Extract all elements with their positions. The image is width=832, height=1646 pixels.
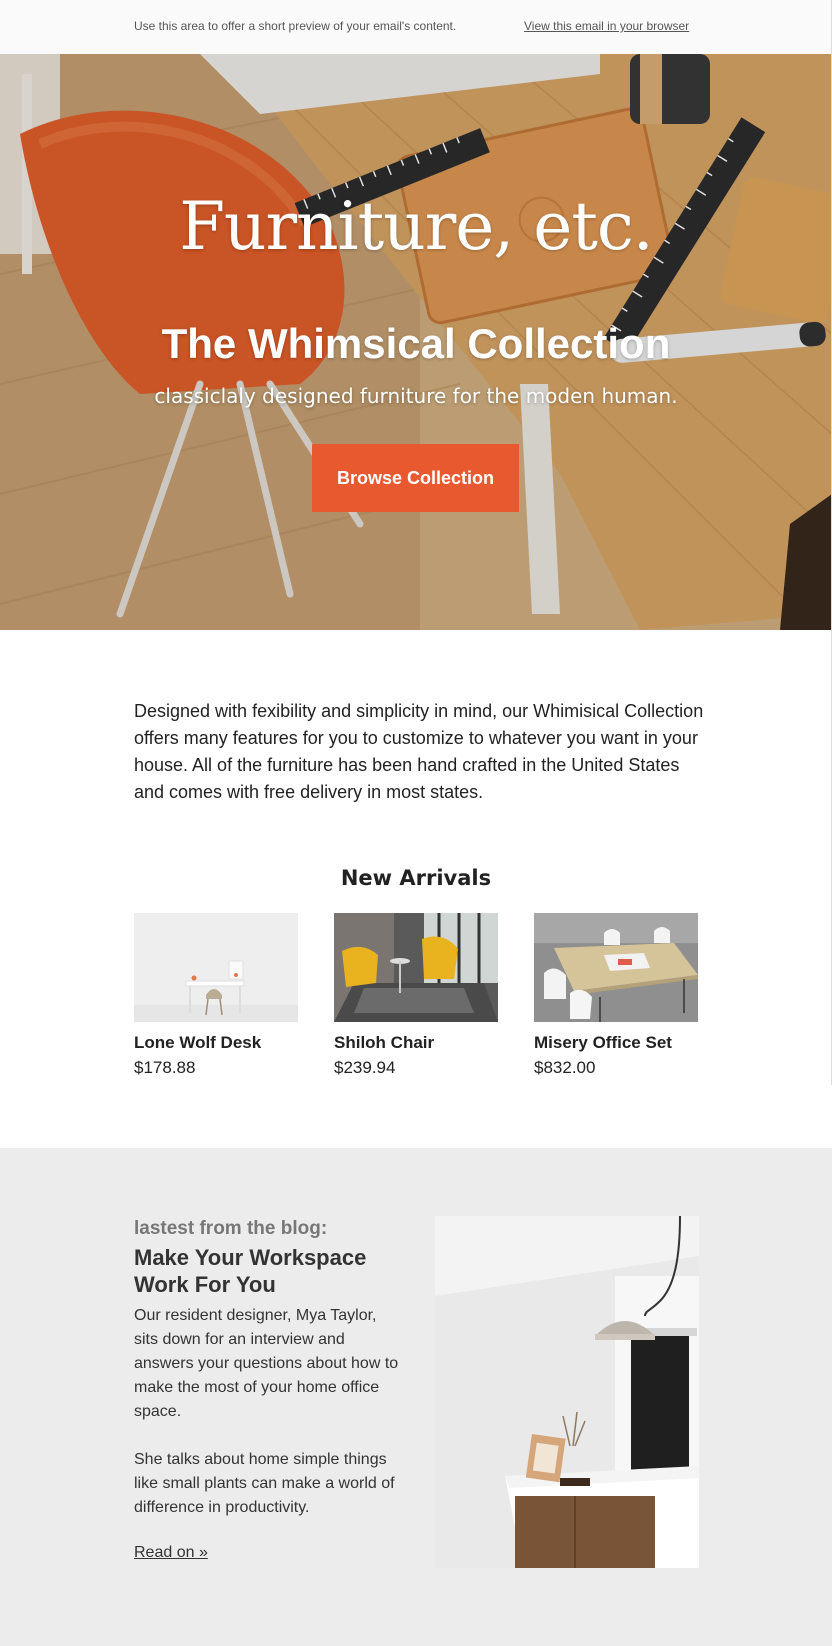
email-page: Use this area to offer a short preview o…	[0, 0, 832, 1646]
blog-image[interactable]	[435, 1216, 699, 1568]
hero-banner: Furniture, etc. The Whimsical Collection…	[0, 54, 832, 630]
product-price: $239.94	[334, 1058, 396, 1077]
browse-collection-button[interactable]: Browse Collection	[312, 444, 519, 512]
product-image-desk[interactable]	[134, 913, 298, 1022]
hero-title: Furniture, etc.	[179, 188, 654, 265]
product-card: Misery Office Set $832.00	[534, 913, 698, 1078]
product-card: Lone Wolf Desk $178.88	[134, 913, 298, 1078]
blog-paragraph: Our resident designer, Mya Taylor, sits …	[134, 1307, 399, 1420]
product-name[interactable]: Shiloh Chair	[334, 1033, 498, 1053]
blog-headline: Make Your Workspace Work For You	[134, 1245, 367, 1297]
new-arrivals-heading: New Arrivals	[340, 866, 492, 890]
hero-subtitle: The Whimsical Collection	[161, 320, 671, 367]
blog-paragraph: She talks about home simple things like …	[134, 1451, 395, 1516]
intro-paragraph: Designed with fexibility and simplicity …	[134, 701, 704, 802]
preheader-bar: Use this area to offer a short preview o…	[0, 0, 832, 54]
product-price: $832.00	[534, 1058, 596, 1077]
preview-text: Use this area to offer a short preview o…	[134, 19, 457, 33]
product-image-office-set[interactable]	[534, 913, 698, 1022]
product-price: $178.88	[134, 1058, 196, 1077]
product-name[interactable]: Misery Office Set	[534, 1033, 698, 1053]
product-card: Shiloh Chair $239.94	[334, 913, 498, 1078]
product-name[interactable]: Lone Wolf Desk	[134, 1033, 298, 1053]
hero-tagline: classiclaly designed furniture for the m…	[154, 384, 678, 408]
product-image-chair[interactable]	[334, 913, 498, 1022]
read-on-link[interactable]: Read on »	[134, 1544, 208, 1562]
blog-kicker: lastest from the blog:	[134, 1218, 328, 1239]
view-in-browser-link[interactable]: View this email in your browser	[524, 19, 689, 33]
blog-section: lastest from the blog: Make Your Workspa…	[0, 1148, 832, 1646]
